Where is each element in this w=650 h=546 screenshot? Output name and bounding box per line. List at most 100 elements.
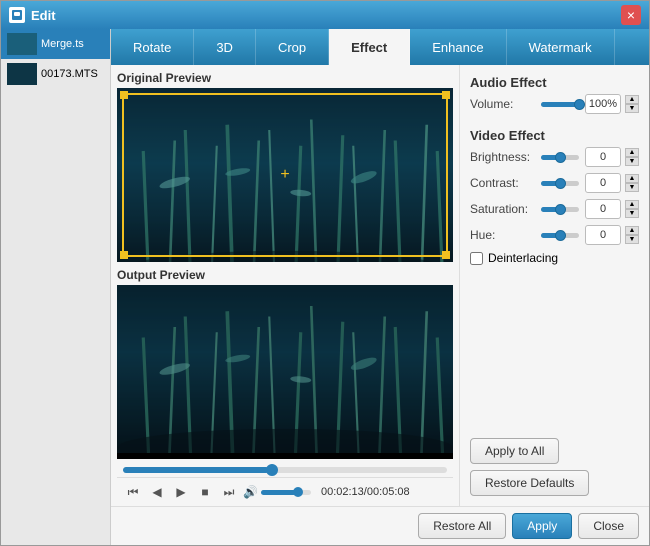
file-thumb xyxy=(7,33,37,55)
restore-all-button[interactable]: Restore All xyxy=(418,513,506,539)
progress-bar-area xyxy=(117,463,453,477)
file-item-mts[interactable]: 00173.MTS xyxy=(1,59,110,89)
hue-value: 0 xyxy=(585,225,621,245)
hue-up[interactable]: ▲ xyxy=(625,226,639,235)
contrast-slider[interactable] xyxy=(541,181,579,186)
brightness-value: 0 xyxy=(585,147,621,167)
contrast-value: 0 xyxy=(585,173,621,193)
restore-defaults-button[interactable]: Restore Defaults xyxy=(470,470,589,496)
close-button[interactable]: × xyxy=(621,5,641,25)
time-display: 00:02:13/00:05:08 xyxy=(321,486,410,498)
volume-icon: 🔊 xyxy=(243,485,258,499)
hue-spinner: ▲ ▼ xyxy=(625,226,639,244)
close-dialog-button[interactable]: Close xyxy=(578,513,639,539)
brightness-up[interactable]: ▲ xyxy=(625,148,639,157)
contrast-thumb[interactable] xyxy=(555,178,566,189)
tabs-row: Rotate 3D Crop Effect Enhance Watermark xyxy=(111,29,649,65)
crop-handle-tl[interactable] xyxy=(120,91,128,99)
volume-label: Volume: xyxy=(470,97,535,111)
progress-thumb[interactable] xyxy=(266,464,278,476)
brightness-slider[interactable] xyxy=(541,155,579,160)
controls-row: ⏮ ◀ ▶ ■ ⏭ 🔊 00:02:13 xyxy=(117,477,453,506)
saturation-value: 0 xyxy=(585,199,621,219)
original-preview-box: + xyxy=(117,88,453,262)
brightness-thumb[interactable] xyxy=(555,152,566,163)
bottom-buttons: Restore All Apply Close xyxy=(111,506,649,545)
crop-handle-br[interactable] xyxy=(442,251,450,259)
crop-center-icon: + xyxy=(280,166,289,184)
audio-effect-section: Audio Effect Volume: 100% ▲ ▼ xyxy=(470,75,639,120)
brightness-row: Brightness: 0 ▲ ▼ xyxy=(470,147,639,167)
file-name-merge: Merge.ts xyxy=(41,38,84,50)
right-bottom-buttons: Apply to All Restore Defaults xyxy=(470,438,639,496)
main-area: Rotate 3D Crop Effect Enhance Watermark xyxy=(111,29,649,545)
contrast-up[interactable]: ▲ xyxy=(625,174,639,183)
title-bar: Edit × xyxy=(1,1,649,29)
original-video-scene: + xyxy=(117,88,453,262)
deinterlacing-checkbox[interactable] xyxy=(470,252,483,265)
volume-spinner: ▲ ▼ xyxy=(625,95,639,113)
play-button[interactable]: ▶ xyxy=(171,482,191,502)
audio-effect-title: Audio Effect xyxy=(470,75,639,90)
file-panel: Merge.ts 00173.MTS xyxy=(1,29,111,545)
play-back-button[interactable]: ◀ xyxy=(147,482,167,502)
original-preview-label: Original Preview xyxy=(117,71,453,85)
hue-down[interactable]: ▼ xyxy=(625,235,639,244)
deinterlacing-row: Deinterlacing xyxy=(470,251,639,265)
tab-watermark[interactable]: Watermark xyxy=(507,29,615,65)
saturation-down[interactable]: ▼ xyxy=(625,209,639,218)
crop-handle-bl[interactable] xyxy=(120,251,128,259)
file-item-merge[interactable]: Merge.ts xyxy=(1,29,110,59)
volume-thumb[interactable] xyxy=(293,487,303,497)
progress-track[interactable] xyxy=(123,467,447,473)
saturation-spinner: ▲ ▼ xyxy=(625,200,639,218)
volume-slider-thumb[interactable] xyxy=(574,99,585,110)
volume-up[interactable]: ▲ xyxy=(625,95,639,104)
brightness-down[interactable]: ▼ xyxy=(625,157,639,166)
tab-effect[interactable]: Effect xyxy=(329,29,410,65)
brightness-label: Brightness: xyxy=(470,150,535,164)
hue-slider[interactable] xyxy=(541,233,579,238)
hue-thumb[interactable] xyxy=(555,230,566,241)
preview-column: Original Preview xyxy=(111,65,459,506)
contrast-down[interactable]: ▼ xyxy=(625,183,639,192)
saturation-up[interactable]: ▲ xyxy=(625,200,639,209)
output-video-scene xyxy=(117,285,453,459)
saturation-label: Saturation: xyxy=(470,202,535,216)
contrast-row: Contrast: 0 ▲ ▼ xyxy=(470,173,639,193)
window-title: Edit xyxy=(31,8,621,23)
deinterlacing-label: Deinterlacing xyxy=(488,251,558,265)
contrast-label: Contrast: xyxy=(470,176,535,190)
saturation-row: Saturation: 0 ▲ ▼ xyxy=(470,199,639,219)
skip-back-button[interactable]: ⏮ xyxy=(123,482,143,502)
stop-button[interactable]: ■ xyxy=(195,482,215,502)
saturation-slider[interactable] xyxy=(541,207,579,212)
volume-slider[interactable] xyxy=(541,102,579,107)
right-panel: Audio Effect Volume: 100% ▲ ▼ xyxy=(459,65,649,506)
output-preview-box xyxy=(117,285,453,459)
file-thumb-mts xyxy=(7,63,37,85)
crop-handle-tr[interactable] xyxy=(442,91,450,99)
tab-3d[interactable]: 3D xyxy=(194,29,256,65)
apply-button[interactable]: Apply xyxy=(512,513,572,539)
tab-rotate[interactable]: Rotate xyxy=(111,29,194,65)
volume-control-row: Volume: 100% ▲ ▼ xyxy=(470,94,639,114)
contrast-spinner: ▲ ▼ xyxy=(625,174,639,192)
video-effect-section: Video Effect Brightness: 0 ▲ ▼ xyxy=(470,128,639,265)
tab-enhance[interactable]: Enhance xyxy=(410,29,506,65)
volume-track[interactable] xyxy=(261,490,311,495)
file-name-mts: 00173.MTS xyxy=(41,68,98,80)
saturation-thumb[interactable] xyxy=(555,204,566,215)
volume-down[interactable]: ▼ xyxy=(625,104,639,113)
volume-fill xyxy=(261,490,296,495)
tab-crop[interactable]: Crop xyxy=(256,29,329,65)
apply-to-all-button[interactable]: Apply to All xyxy=(470,438,559,464)
content-area: Merge.ts 00173.MTS Rotate 3D Crop xyxy=(1,29,649,545)
volume-area: 🔊 xyxy=(243,485,311,499)
hue-row: Hue: 0 ▲ ▼ xyxy=(470,225,639,245)
progress-fill xyxy=(123,467,269,473)
video-effect-title: Video Effect xyxy=(470,128,639,143)
edit-window: Edit × Merge.ts 00173.MTS Rotate xyxy=(0,0,650,546)
hue-label: Hue: xyxy=(470,228,535,242)
skip-fwd-button[interactable]: ⏭ xyxy=(219,482,239,502)
